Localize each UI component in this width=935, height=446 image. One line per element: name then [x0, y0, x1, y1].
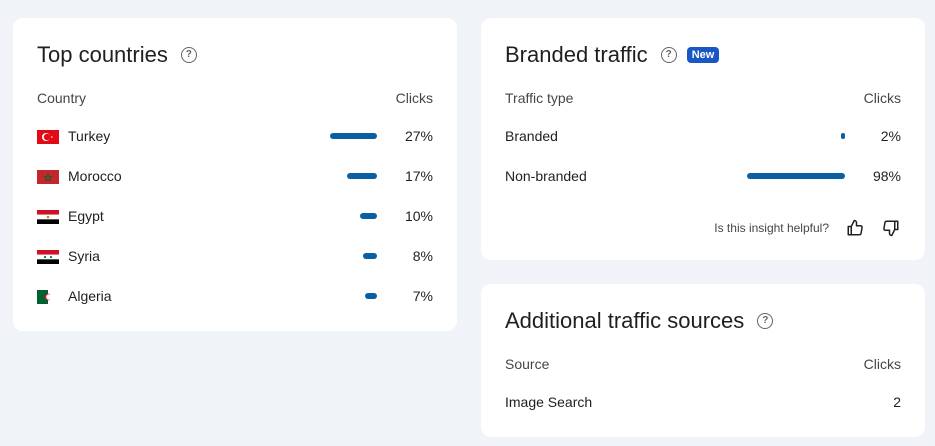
country-row-morocco[interactable]: Morocco 17%: [13, 156, 457, 196]
traffic-type-column-header: Traffic type: [505, 90, 574, 106]
country-row-turkey[interactable]: Turkey 27%: [13, 116, 457, 156]
clicks-bar: [329, 133, 377, 139]
clicks-value: 17%: [404, 168, 433, 184]
bar-track: [277, 173, 377, 179]
feedback-prompt: Is this insight helpful?: [714, 221, 829, 235]
country-row-syria[interactable]: Syria 8%: [13, 236, 457, 276]
help-icon[interactable]: ?: [660, 47, 677, 63]
top-countries-title-row: Top countries ?: [37, 42, 197, 68]
algeria-flag-icon: [37, 290, 59, 304]
country-name: Syria: [68, 248, 100, 264]
country-row-algeria[interactable]: Algeria 7%: [13, 276, 457, 316]
thumbs-down-icon[interactable]: [881, 218, 901, 238]
morocco-flag-icon: [37, 170, 59, 184]
clicks-bar: [747, 173, 845, 179]
clicks-column-header: Clicks: [863, 356, 901, 372]
clicks-value: 2%: [880, 128, 901, 144]
branded-traffic-title: Branded traffic: [505, 42, 648, 67]
country-name: Algeria: [68, 288, 112, 304]
branded-traffic-title-row: Branded traffic ? New: [505, 42, 720, 68]
clicks-value: 2: [893, 394, 901, 410]
insight-feedback: Is this insight helpful?: [714, 218, 901, 238]
traffic-type-name: Non-branded: [505, 168, 587, 184]
clicks-value: 8%: [412, 248, 433, 264]
source-column-header: Source: [505, 356, 550, 372]
bar-track: [745, 173, 845, 179]
top-countries-card: Top countries ? Country Clicks Turkey 27…: [13, 18, 457, 331]
help-icon[interactable]: ?: [757, 313, 774, 329]
traffic-type-name: Branded: [505, 128, 558, 144]
source-name: Image Search: [505, 394, 593, 410]
country-name: Turkey: [68, 128, 111, 144]
country-name: Morocco: [68, 168, 122, 184]
clicks-bar: [364, 293, 377, 299]
clicks-column-header: Clicks: [863, 90, 901, 106]
bar-track: [277, 213, 377, 219]
turkey-flag-icon: [37, 130, 59, 144]
top-countries-title: Top countries: [37, 42, 168, 67]
additional-traffic-sources-card: Additional traffic sources ? Source Clic…: [481, 284, 925, 437]
bar-track: [745, 133, 845, 139]
clicks-column-header: Clicks: [395, 90, 433, 106]
clicks-value: 10%: [404, 208, 433, 224]
help-icon[interactable]: ?: [180, 47, 197, 63]
traffic-row-branded[interactable]: Branded 2%: [481, 116, 925, 156]
clicks-value: 27%: [404, 128, 433, 144]
syria-flag-icon: [37, 250, 59, 264]
branded-traffic-card: Branded traffic ? New Traffic type Click…: [481, 18, 925, 260]
clicks-value: 98%: [872, 168, 901, 184]
egypt-flag-icon: [37, 210, 59, 224]
source-row-image-search[interactable]: Image Search 2: [481, 382, 925, 422]
country-name: Egypt: [68, 208, 104, 224]
thumbs-up-icon[interactable]: [845, 218, 865, 238]
clicks-bar: [363, 253, 377, 259]
country-row-egypt[interactable]: Egypt 10%: [13, 196, 457, 236]
bar-track: [277, 133, 377, 139]
clicks-bar: [359, 213, 377, 219]
new-badge: New: [686, 47, 720, 63]
bar-track: [277, 253, 377, 259]
traffic-row-non-branded[interactable]: Non-branded 98%: [481, 156, 925, 196]
additional-traffic-title-row: Additional traffic sources ?: [505, 308, 774, 334]
clicks-bar: [841, 133, 845, 139]
additional-traffic-title: Additional traffic sources: [505, 308, 745, 333]
clicks-value: 7%: [412, 288, 433, 304]
bar-track: [277, 293, 377, 299]
country-column-header: Country: [37, 90, 87, 106]
clicks-bar: [347, 173, 377, 179]
